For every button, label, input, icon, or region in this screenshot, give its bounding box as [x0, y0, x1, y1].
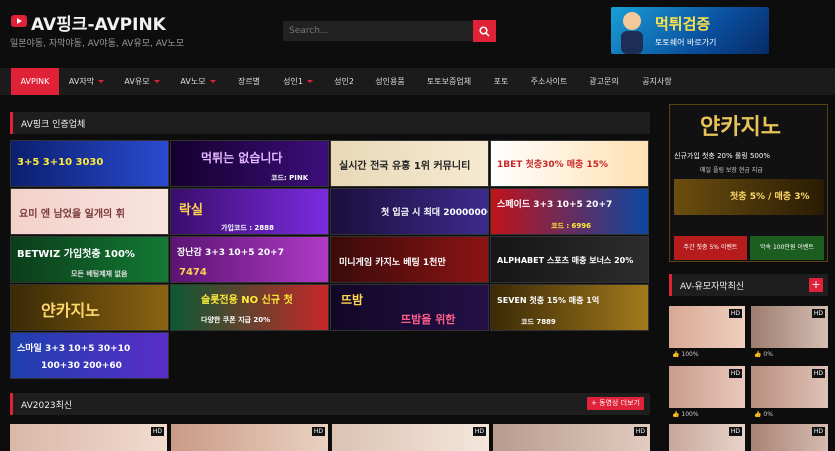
- hd-badge: HD: [728, 369, 742, 378]
- partner-banner[interactable]: 스페이드 3+3 10+5 20+7 코드 : 6996: [490, 188, 649, 235]
- chevron-down-icon: [98, 80, 105, 83]
- sidebar-section-title: AV-유모자막최신: [680, 282, 745, 292]
- hd-badge: HD: [811, 427, 825, 436]
- video-thumbnail[interactable]: HD: [493, 424, 650, 451]
- sidebar-video-thumbnail[interactable]: HD: [751, 306, 828, 348]
- nav-item-photo[interactable]: 포토: [484, 68, 518, 95]
- like-percentage: 👍 0%: [754, 351, 773, 358]
- search-input[interactable]: [283, 21, 473, 41]
- partner-banner[interactable]: SEVEN 첫충 15% 매충 1억 코드 7889: [490, 284, 649, 331]
- nav-item-ad-inquiry[interactable]: 광고문의: [580, 68, 628, 95]
- hd-badge: HD: [472, 427, 486, 436]
- nav-item-adult1[interactable]: 성인1: [273, 68, 323, 95]
- partners-section-header: AV핑크 인증업체: [10, 112, 650, 134]
- play-logo-icon[interactable]: [11, 15, 27, 27]
- nav-item-notice[interactable]: 공지사항: [632, 68, 682, 95]
- partner-banner[interactable]: 뜨밤 뜨밤을 위한: [330, 284, 489, 331]
- nav-item-adult-goods[interactable]: 성인용품: [366, 68, 414, 95]
- chevron-down-icon: [209, 80, 216, 83]
- partner-banner[interactable]: 얀카지노: [10, 284, 169, 331]
- main-navigation: AVPINK AV자막 AV유모 AV노모 장르별 성인1 성인2 성인용품 토…: [0, 68, 835, 95]
- partner-banner[interactable]: ALPHABET 스포츠 매충 보너스 20%: [490, 236, 649, 283]
- top-banner-subtitle: 토토쉐어 바로가기: [655, 38, 717, 47]
- partner-banner[interactable]: 실시간 전국 유흥 1위 커뮤니티: [330, 140, 489, 187]
- sidebar-video-thumbnail[interactable]: HD: [669, 306, 745, 348]
- partner-banner[interactable]: 스마일 3+3 10+5 30+10 100+30 200+60: [10, 332, 169, 379]
- video-thumbnail[interactable]: HD: [332, 424, 489, 451]
- ad-figure-icon: [621, 12, 643, 54]
- partner-banner[interactable]: 장난감 3+3 10+5 20+7 7474: [170, 236, 329, 283]
- hd-badge: HD: [311, 427, 325, 436]
- more-videos-button[interactable]: + 동영상 더보기: [587, 397, 644, 410]
- nav-item-genre[interactable]: 장르별: [228, 68, 270, 95]
- hd-badge: HD: [728, 427, 742, 436]
- nav-item-avpink[interactable]: AVPINK: [11, 68, 59, 95]
- sidebar-video-thumbnail[interactable]: HD: [751, 366, 828, 408]
- nav-item-address[interactable]: 주소사이트: [522, 68, 576, 95]
- sidebar-casino-ad[interactable]: 얀카지노 신규가입 첫충 20% 롤링 500% 매일 플링 보장 현금 지급 …: [669, 104, 828, 262]
- partner-banner[interactable]: 요미 엔 남었을 일개의 휘: [10, 188, 169, 235]
- partner-banner[interactable]: 미니게임 카지노 베팅 1천만: [330, 236, 489, 283]
- sidebar-video-thumbnail[interactable]: HD: [669, 366, 745, 408]
- site-header: AV핑크-AVPINK 일본야동, 자막야동, AV야동, AV유모, AV노모…: [0, 0, 835, 68]
- top-banner-title: 먹튀검증: [655, 15, 711, 33]
- video-thumbnail[interactable]: HD: [171, 424, 328, 451]
- like-percentage: 👍 0%: [754, 411, 773, 418]
- top-ad-banner[interactable]: 먹튀검증 토토쉐어 바로가기: [611, 7, 769, 54]
- partner-banner[interactable]: 먹튀는 없습니다 코드: PINK: [170, 140, 329, 187]
- video-thumbnail[interactable]: HD: [10, 424, 167, 451]
- partner-banner[interactable]: 첫 입금 시 최대 2000000원: [330, 188, 489, 235]
- like-percentage: 👍 100%: [672, 411, 699, 418]
- partner-banner[interactable]: BETWIZ 가입첫충 100% 모든 베팅제재 없음: [10, 236, 169, 283]
- sidebar-video-thumbnail[interactable]: HD: [751, 424, 828, 451]
- nav-item-toto[interactable]: 토토보증업체: [418, 68, 480, 95]
- chevron-down-icon: [306, 80, 313, 83]
- search-icon: [479, 26, 490, 37]
- nav-item-av-jamak[interactable]: AV자막: [59, 68, 114, 95]
- hd-badge: HD: [811, 309, 825, 318]
- hd-badge: HD: [728, 309, 742, 318]
- site-title[interactable]: AV핑크-AVPINK: [31, 10, 166, 35]
- hd-badge: HD: [150, 427, 164, 436]
- nav-item-av-nomo[interactable]: AV노모: [170, 68, 226, 95]
- sidebar-video-thumbnail[interactable]: HD: [669, 424, 745, 451]
- partner-banner[interactable]: 1BET 첫충30% 매충 15%: [490, 140, 649, 187]
- search-button[interactable]: [473, 20, 496, 42]
- site-description: 일본야동, 자막야동, AV야동, AV유모, AV노모: [10, 39, 185, 49]
- partners-section-title: AV핑크 인증업체: [21, 120, 86, 130]
- like-percentage: 👍 100%: [672, 351, 699, 358]
- latest-section-title: AV2023최신: [21, 401, 73, 411]
- hd-badge: HD: [633, 427, 647, 436]
- partner-banner[interactable]: 3+5 3+10 3030: [10, 140, 169, 187]
- sidebar-more-button[interactable]: +: [809, 278, 823, 292]
- nav-item-adult2[interactable]: 성인2: [324, 68, 364, 95]
- partner-banner[interactable]: 슬롯전용 NO 신규 첫 다양한 쿠폰 지급 20%: [170, 284, 329, 331]
- chevron-down-icon: [153, 80, 160, 83]
- sidebar-section-header: AV-유모자막최신 +: [669, 274, 828, 296]
- nav-item-av-yumo[interactable]: AV유모: [114, 68, 170, 95]
- hd-badge: HD: [811, 369, 825, 378]
- partner-banner[interactable]: 락실 가입코드 : 2888: [170, 188, 329, 235]
- latest-section-header: AV2023최신 + 동영상 더보기: [10, 393, 650, 415]
